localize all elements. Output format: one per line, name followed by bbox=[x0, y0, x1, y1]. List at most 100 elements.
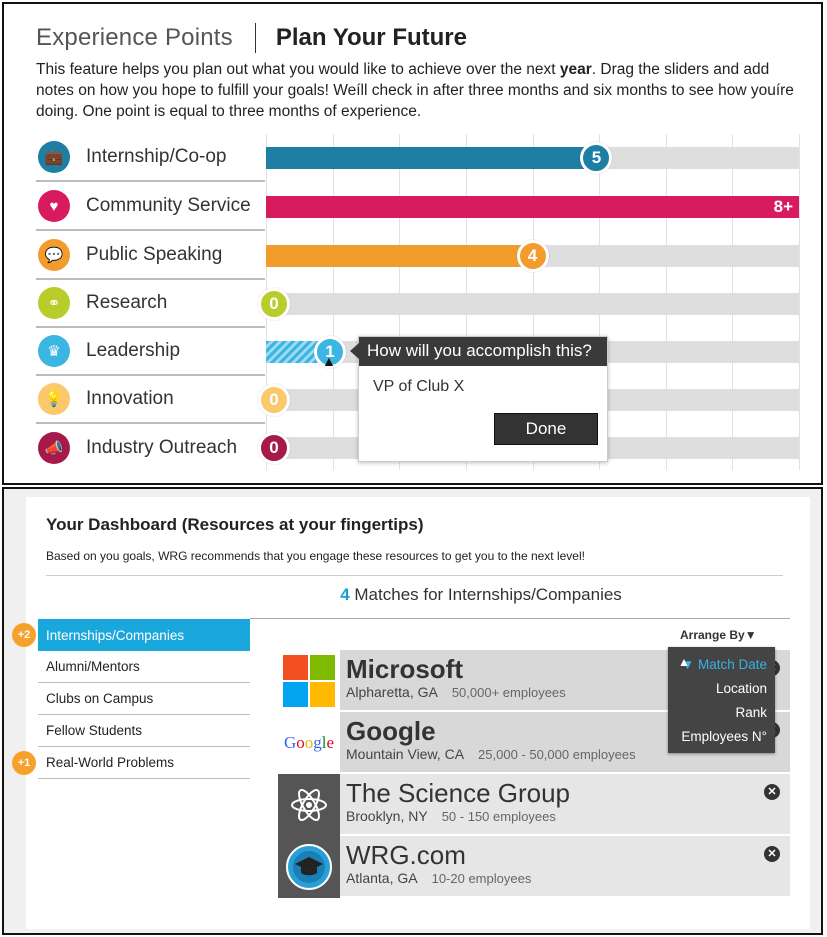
slider-value: 4 bbox=[527, 246, 538, 265]
sidebar-item-alumni-mentors[interactable]: Alumni/Mentors bbox=[38, 651, 250, 683]
label-public-speaking: Public Speaking bbox=[86, 244, 223, 265]
slider-research[interactable]: 0 bbox=[258, 288, 799, 320]
caret-down-icon: ▼ bbox=[744, 628, 757, 642]
panel-header: Experience Points Plan Your Future bbox=[36, 22, 467, 54]
header-divider bbox=[254, 23, 256, 53]
experience-row: ⚭ Research 0 bbox=[36, 280, 799, 328]
pointer-cursor-icon: ▲ bbox=[322, 353, 336, 369]
experience-points-title: Experience Points bbox=[36, 24, 233, 51]
slider-public-speaking[interactable]: 4 bbox=[266, 240, 799, 272]
slider-fill bbox=[266, 147, 597, 169]
company-info: Google Mountain View, CA 25,000 - 50,000 … bbox=[340, 712, 636, 772]
dashboard-panel: Your Dashboard (Resources at your finger… bbox=[2, 487, 823, 935]
sidebar-item-real-world-problems[interactable]: +1 Real-World Problems bbox=[12, 747, 250, 779]
slider-knob[interactable]: 0 bbox=[258, 288, 290, 320]
arrange-option-employees-n[interactable]: Employees N° bbox=[676, 725, 767, 749]
count-badge: +2 bbox=[12, 623, 36, 647]
close-icon[interactable]: ✕ bbox=[764, 784, 780, 800]
sidebar-item-label: Real-World Problems bbox=[46, 755, 175, 770]
count-badge: +1 bbox=[12, 750, 36, 775]
company-card[interactable]: The Science Group Brooklyn, NY 50 - 150 e… bbox=[278, 774, 790, 836]
glasses-icon: ⚭ bbox=[38, 287, 70, 319]
slider-fill bbox=[266, 245, 533, 267]
slider-community-service[interactable]: 8+ bbox=[266, 196, 799, 218]
sidebar-item-label: Clubs on Campus bbox=[46, 691, 154, 706]
experience-row: 💼 Internship/Co-op 5 bbox=[36, 134, 799, 182]
intro-text: This feature helps you plan out what you… bbox=[36, 61, 794, 120]
company-name[interactable]: Google bbox=[346, 716, 636, 746]
label-leadership: Leadership bbox=[86, 340, 181, 361]
sidebar-item-internships-companies[interactable]: +2 Internships/Companies bbox=[12, 619, 250, 651]
company-employees: 50 - 150 employees bbox=[441, 809, 556, 824]
company-meta: Atlanta, GA 10-20 employees bbox=[346, 870, 531, 886]
label-industry-outreach: Industry Outreach bbox=[86, 437, 238, 458]
slider-value: 0 bbox=[269, 294, 279, 313]
company-location: Atlanta, GA bbox=[346, 870, 418, 886]
sidebar-item-label: Fellow Students bbox=[46, 723, 143, 738]
slider-knob[interactable]: 5 bbox=[580, 142, 613, 174]
sidebar-item-label: Internships/Companies bbox=[46, 627, 185, 643]
slider-knob[interactable]: 0 bbox=[258, 384, 290, 416]
company-meta: Alpharetta, GA 50,000+ employees bbox=[346, 684, 566, 700]
arrange-option-rank[interactable]: Rank bbox=[676, 701, 767, 725]
company-employees: 50,000+ employees bbox=[451, 685, 566, 700]
matches-label: Matches for Internships/Companies bbox=[349, 585, 622, 604]
sidebar-item-clubs-on-campus[interactable]: Clubs on Campus bbox=[38, 683, 250, 715]
close-icon[interactable]: ✕ bbox=[764, 846, 780, 862]
company-info: Microsoft Alpharetta, GA 50,000+ employee… bbox=[340, 650, 566, 710]
grid-line bbox=[799, 134, 800, 470]
company-name[interactable]: WRG.com bbox=[346, 840, 531, 870]
google-logo: Google bbox=[278, 712, 340, 774]
company-meta: Mountain View, CA 25,000 - 50,000 employe… bbox=[346, 746, 636, 762]
pointer-cursor-icon: ▲ bbox=[678, 655, 690, 669]
slider-fill bbox=[266, 196, 799, 218]
graduation-cap-logo bbox=[278, 836, 340, 898]
sidebar-item-label: Alumni/Mentors bbox=[46, 659, 140, 674]
lightbulb-icon: 💡 bbox=[38, 383, 70, 415]
atom-logo bbox=[278, 774, 340, 836]
row-label-cell: ♛ Leadership bbox=[36, 328, 265, 376]
arrange-by-button[interactable]: Arrange By▼ bbox=[680, 628, 757, 642]
slider-internship-co-op[interactable]: 5 bbox=[266, 142, 799, 174]
slider-value: 0 bbox=[269, 390, 279, 409]
company-name[interactable]: The Science Group bbox=[346, 778, 570, 808]
label-community-service: Community Service bbox=[86, 195, 251, 216]
company-location: Mountain View, CA bbox=[346, 746, 465, 762]
row-label-cell: ♥ Community Service bbox=[36, 183, 265, 231]
slider-value[interactable]: 8+ bbox=[774, 196, 793, 218]
briefcase-icon: 💼 bbox=[38, 141, 70, 173]
dashboard-title: Your Dashboard (Resources at your finger… bbox=[46, 515, 424, 534]
popup-note-input[interactable]: VP of Club X bbox=[359, 366, 607, 408]
megaphone-icon: 📣 bbox=[38, 432, 70, 464]
experience-points-panel: Experience Points Plan Your Future This … bbox=[2, 2, 823, 485]
slider-knob[interactable]: 0 bbox=[258, 432, 290, 464]
done-button[interactable]: Done bbox=[494, 413, 598, 445]
resource-sidebar: +2 Internships/Companies Alumni/Mentors Clu… bbox=[12, 619, 250, 779]
company-location: Alpharetta, GA bbox=[346, 684, 438, 700]
row-label-cell: 💡 Innovation bbox=[36, 376, 265, 424]
dashboard: Your Dashboard (Resources at your finger… bbox=[12, 497, 810, 929]
company-card[interactable]: WRG.com Atlanta, GA 10-20 employees ✕ bbox=[278, 836, 790, 898]
company-info: The Science Group Brooklyn, NY 50 - 150 e… bbox=[340, 774, 570, 834]
company-location: Brooklyn, NY bbox=[346, 808, 428, 824]
experience-row: 💬 Public Speaking 4 bbox=[36, 232, 799, 280]
sidebar-item-fellow-students[interactable]: Fellow Students bbox=[38, 715, 250, 747]
company-meta: Brooklyn, NY 50 - 150 employees bbox=[346, 808, 570, 824]
slider-value: 0 bbox=[269, 438, 279, 457]
plan-your-future-title: Plan Your Future bbox=[275, 24, 467, 51]
slider-value: 5 bbox=[591, 148, 602, 167]
crown-icon: ♛ bbox=[38, 335, 70, 367]
speech-bubble-icon: 💬 bbox=[38, 239, 70, 271]
company-name[interactable]: Microsoft bbox=[346, 654, 566, 684]
label-internship-co-op: Internship/Co-op bbox=[86, 146, 227, 167]
note-popup: How will you accomplish this? VP of Club… bbox=[358, 336, 608, 462]
microsoft-logo bbox=[278, 650, 340, 712]
company-info: WRG.com Atlanta, GA 10-20 employees bbox=[340, 836, 531, 896]
arrange-option-location[interactable]: Location bbox=[676, 677, 767, 701]
row-label-cell: 📣 Industry Outreach bbox=[36, 424, 265, 472]
label-innovation: Innovation bbox=[86, 388, 174, 409]
slider-knob[interactable]: 4 bbox=[516, 240, 549, 272]
company-employees: 25,000 - 50,000 employees bbox=[478, 747, 636, 762]
dashboard-description: Based on you goals, WRG recommends that … bbox=[46, 549, 585, 563]
popup-question: How will you accomplish this? bbox=[359, 337, 607, 366]
